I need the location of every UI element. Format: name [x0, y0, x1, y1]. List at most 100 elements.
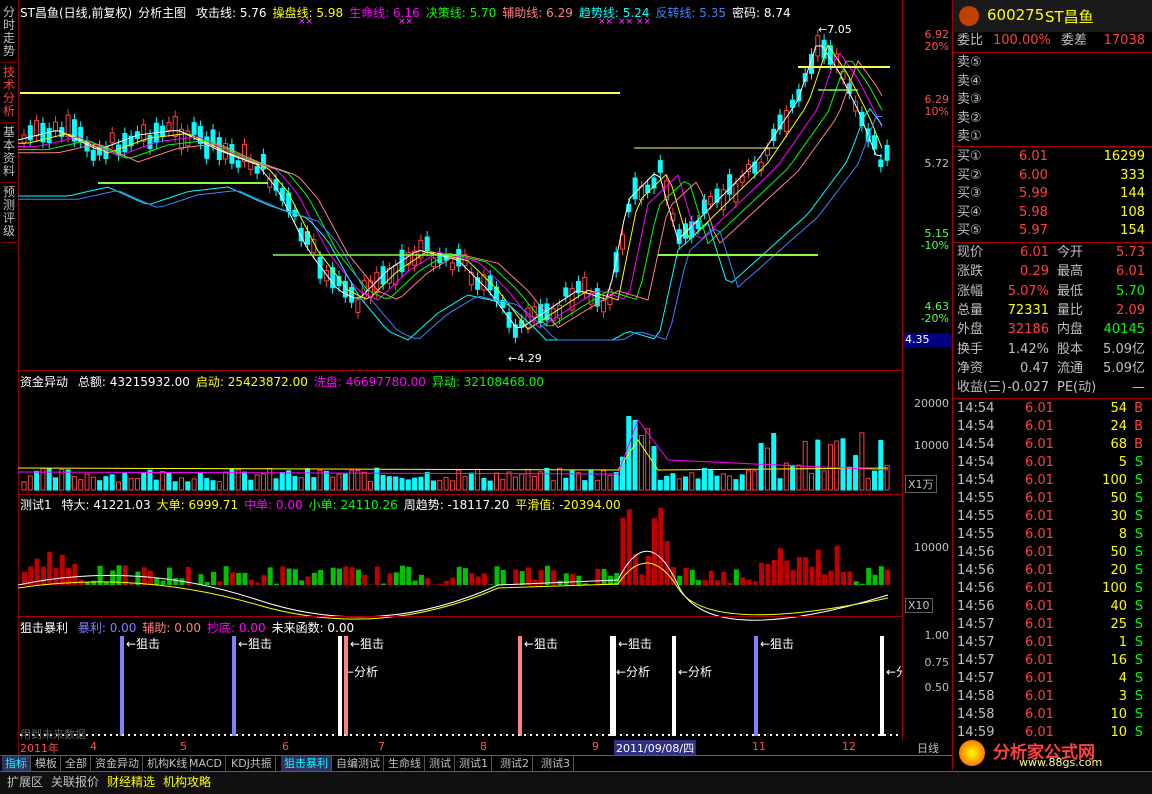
- flow-bar: [337, 569, 342, 585]
- candle-body: [123, 133, 127, 151]
- indicator-tab[interactable]: 狙击暴利: [281, 756, 332, 772]
- baseline-dot: [254, 734, 256, 736]
- candle-body: [35, 121, 39, 136]
- flow-bar: [709, 571, 714, 585]
- stat-row: 收益(三)-0.027PE(动)—: [957, 379, 1149, 397]
- tick-row: 14:546.01100S: [957, 472, 1149, 490]
- volume-bar: [79, 480, 83, 490]
- indicator-tab[interactable]: KDJ共振: [228, 756, 276, 772]
- indicator-tab[interactable]: 生命线: [385, 756, 425, 772]
- x-axis: 2011年 4 5 6 7 8 9 2011/09/08/四 11 12: [18, 740, 902, 755]
- flow-bar: [772, 560, 777, 585]
- status-tab-finance[interactable]: 财经精选: [104, 774, 158, 790]
- status-tab-inst[interactable]: 机构攻略: [160, 774, 214, 790]
- volume-bar: [287, 471, 291, 490]
- baseline-dot: [446, 734, 448, 736]
- signal-bar: [344, 636, 348, 736]
- candle-body: [173, 117, 177, 137]
- indicator-tab[interactable]: 指标: [2, 756, 31, 772]
- panel3-title: 测试1: [20, 498, 52, 512]
- indicator-tab[interactable]: 模板: [32, 756, 61, 772]
- volume-bar: [866, 478, 870, 490]
- y-tick-pct: 20%: [925, 40, 949, 53]
- baseline-dot: [230, 734, 232, 736]
- ma-line-item: 趋势线: 5.24: [579, 6, 650, 20]
- flow-bar: [740, 577, 745, 585]
- baseline-dot: [548, 734, 550, 736]
- period-label[interactable]: 日线: [917, 740, 939, 756]
- signal-label: ←狙击: [524, 637, 558, 651]
- flow-bar: [702, 580, 707, 585]
- panel4-item: 辅助: 0.00: [142, 621, 201, 635]
- tab-rating[interactable]: 预测评级: [1, 186, 17, 243]
- baseline-dot: [746, 734, 748, 736]
- baseline-dot: [278, 734, 280, 736]
- indicator-tab-bar: 指标模板全部资金异动机构K线MACDKDJ共振狙击暴利自编测试生命线测试测试1 测…: [0, 755, 952, 772]
- candle-body: [66, 115, 70, 137]
- volume-bar: [369, 481, 373, 490]
- volume-bar: [104, 477, 108, 490]
- status-tab-ext[interactable]: 扩展区: [4, 774, 46, 790]
- baseline-dot: [890, 734, 892, 736]
- candle-body: [236, 161, 240, 167]
- tick-row: 14:546.0168B: [957, 436, 1149, 454]
- baseline-dot: [518, 734, 520, 736]
- flow-bar: [54, 568, 59, 585]
- flow-bar: [778, 548, 783, 585]
- cursor-date: 2011/09/08/四: [614, 740, 696, 756]
- signal-bar: [754, 636, 758, 736]
- baseline-dot: [218, 734, 220, 736]
- sell-level: 卖④: [957, 73, 1149, 91]
- candle-body: [274, 180, 278, 190]
- indicator-tab[interactable]: 自编测试: [333, 756, 384, 772]
- volume-bar: [488, 481, 492, 490]
- flow-bar: [658, 508, 663, 585]
- volume-bar: [135, 479, 139, 490]
- baseline-dot: [260, 734, 262, 736]
- flow-bar: [728, 583, 733, 585]
- candle-body: [633, 178, 637, 199]
- tab-fundamentals[interactable]: 基本资料: [1, 126, 17, 183]
- indicator-tab[interactable]: 测试1: [456, 756, 492, 772]
- baseline-dot: [680, 734, 682, 736]
- tab-technical[interactable]: 技术分析: [1, 66, 17, 123]
- flow-bar: [375, 566, 380, 585]
- tick-row: 14:566.0150S: [957, 544, 1149, 562]
- panel3-item: 小单: 24110.26: [309, 498, 398, 512]
- ma-line-item: 反转线: 5.35: [655, 6, 726, 20]
- flow-bar: [602, 569, 607, 585]
- indicator-tab[interactable]: 测试2: [497, 756, 533, 772]
- candle-body: [450, 263, 454, 270]
- panel3-item: 周趋势: -18117.20: [404, 498, 509, 512]
- panel3-item: 大单: 6999.71: [157, 498, 238, 512]
- volume-bar: [595, 480, 599, 490]
- tab-intraday[interactable]: 分时走势: [1, 6, 17, 63]
- indicator-name: 分析主图: [138, 6, 186, 20]
- indicator-tab[interactable]: MACD: [186, 756, 226, 772]
- volume-bar: [280, 473, 284, 490]
- volume-bar: [375, 468, 379, 490]
- volume-bar: [463, 476, 467, 490]
- volume-bar: [419, 477, 423, 490]
- y-tick: 10000: [914, 439, 949, 452]
- signal-label: ←分析: [344, 665, 378, 679]
- volume-bar: [558, 468, 562, 490]
- baseline-dot: [308, 734, 310, 736]
- signal-bar: [232, 636, 236, 736]
- buy-level: 买②6.00333: [957, 167, 1149, 185]
- baseline-dot: [866, 734, 868, 736]
- x-tick: 4: [90, 740, 97, 753]
- flow-bar: [841, 572, 846, 585]
- volume-bar: [482, 479, 486, 490]
- indicator-tab[interactable]: 测试: [426, 756, 455, 772]
- indicator-tab[interactable]: 测试3: [538, 756, 574, 772]
- indicator-tab[interactable]: 全部: [62, 756, 91, 772]
- indicator-tab[interactable]: 资金异动: [92, 756, 143, 772]
- divider: [18, 370, 902, 371]
- stock-title-bar: 600275 ST昌鱼: [953, 0, 1152, 32]
- baseline-dot: [206, 734, 208, 736]
- status-tab-related[interactable]: 关联报价: [48, 774, 102, 790]
- indicator-tab[interactable]: 机构K线: [144, 756, 191, 772]
- volume-bar: [507, 472, 511, 490]
- baseline-dot: [440, 734, 442, 736]
